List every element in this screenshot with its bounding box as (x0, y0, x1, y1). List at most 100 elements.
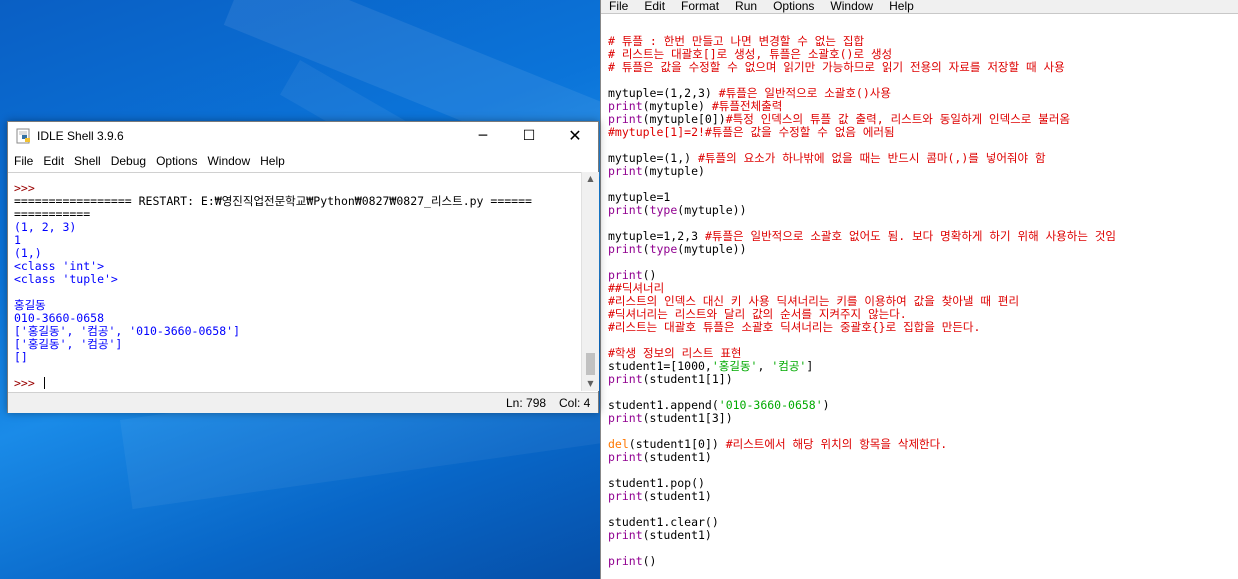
code-token: '컴공' (771, 360, 807, 373)
code-line: print(mytuple) (608, 165, 1236, 178)
shell-menu-file[interactable]: File (14, 154, 33, 168)
shell-menu-debug[interactable]: Debug (111, 154, 146, 168)
code-token: #튜플의 요소가 하나밖에 없을 때는 반드시 콤마(,)를 넣어줘야 함 (698, 152, 1046, 165)
code-line: print() (608, 269, 1236, 282)
editor-menu-options[interactable]: Options (773, 0, 814, 13)
code-line: print(mytuple[0])#특정 인덱스의 튜플 값 출력, 리스트와 … (608, 113, 1236, 126)
editor-code-area[interactable]: # 튜플 : 한번 만들고 나면 변경할 수 없는 집합 # 리스트는 대괄호[]… (608, 35, 1236, 568)
shell-vertical-scrollbar[interactable]: ▲ ▼ (581, 172, 599, 391)
code-line: print() (608, 555, 1236, 568)
code-line: print(student1[1]) (608, 373, 1236, 386)
code-token: #딕셔너리는 리스트와 달리 값의 순서를 지켜주지 않는다. (608, 308, 907, 321)
editor-menu-edit[interactable]: Edit (644, 0, 665, 13)
code-token: type (649, 243, 678, 256)
text-cursor (43, 377, 45, 389)
shell-output-line: ['홍길동', '컴공'] (14, 338, 123, 351)
code-line: ##딕셔너리 (608, 282, 1236, 295)
shell-output-line: >>> (14, 182, 42, 195)
code-line: print(type(mytuple)) (608, 243, 1236, 256)
code-token: #튜플전체출력 (711, 100, 783, 113)
editor-menu-window[interactable]: Window (830, 0, 873, 13)
code-token: student1.pop() (608, 477, 705, 490)
code-token: ( (642, 243, 650, 256)
maximize-button[interactable]: ☐ (506, 122, 552, 150)
code-line: student1.pop() (608, 477, 1236, 490)
code-token: (mytuple[0]) (642, 113, 726, 126)
code-token: print (608, 113, 643, 126)
python-idle-icon (16, 128, 30, 144)
code-token: #mytuple[1]=2!#튜플은 값을 수정할 수 없음 에러됨 (608, 126, 895, 139)
code-line: # 리스트는 대괄호[]로 생성, 튜플은 소괄호()로 생성 (608, 48, 1236, 61)
editor-menu-help[interactable]: Help (889, 0, 914, 13)
shell-menu-shell[interactable]: Shell (74, 154, 101, 168)
shell-menu-edit[interactable]: Edit (43, 154, 64, 168)
shell-output-line: ================= RESTART: E:₩영진직업전문학교₩P… (14, 195, 532, 208)
editor-menu-run[interactable]: Run (735, 0, 757, 13)
code-token: (mytuple)) (677, 204, 747, 217)
code-token: #튜플은 일반적으로 소괄호()사용 (718, 87, 891, 100)
code-token: (mytuple) (642, 100, 712, 113)
code-line: print(student1[3]) (608, 412, 1236, 425)
shell-input-line[interactable]: >>> (14, 377, 579, 390)
shell-output-line: (1,) (14, 247, 42, 260)
code-token: print (608, 100, 643, 113)
code-token: print (608, 490, 643, 503)
scroll-up-arrow-icon[interactable]: ▲ (582, 172, 599, 186)
code-line: # 튜플은 값을 수정할 수 없으며 읽기만 가능하므로 읽기 전용의 자료를 … (608, 61, 1236, 74)
code-line: #mytuple[1]=2!#튜플은 값을 수정할 수 없음 에러됨 (608, 126, 1236, 139)
code-line: #리스트는 대괄호 튜플은 소괄호 딕셔너리는 중괄호{}로 집합을 만든다. (608, 321, 1236, 334)
code-token: mytuple=1,2,3 (608, 230, 705, 243)
code-token: (student1) (642, 451, 712, 464)
code-line: student1=[1000,'홍길동', '컴공'] (608, 360, 1236, 373)
shell-window-title: IDLE Shell 3.9.6 (37, 129, 124, 143)
shell-output-area[interactable]: >>> ================= RESTART: E:₩영진직업전문… (8, 172, 581, 392)
code-token: (student1[0]) (628, 438, 726, 451)
editor-menu-format[interactable]: Format (681, 0, 719, 13)
code-token: () (642, 269, 657, 282)
shell-output-line: ['홍길동', '컴공', '010-3660-0658'] (14, 325, 240, 338)
editor-menu-file[interactable]: File (609, 0, 628, 13)
code-token: #학생 정보의 리스트 표현 (608, 347, 742, 360)
code-line: mytuple=(1,2,3) #튜플은 일반적으로 소괄호()사용 (608, 87, 1236, 100)
code-line: print(type(mytuple)) (608, 204, 1236, 217)
shell-output-line: [] (14, 351, 28, 364)
shell-title-bar[interactable]: IDLE Shell 3.9.6 ─ ☐ ✕ (8, 122, 598, 150)
code-token: print (608, 165, 643, 178)
shell-prompt: >>> (14, 377, 42, 390)
code-token: print (608, 451, 643, 464)
code-token: print (608, 412, 643, 425)
code-line: mytuple=1 (608, 191, 1236, 204)
shell-menu-options[interactable]: Options (156, 154, 197, 168)
code-line: print(student1) (608, 529, 1236, 542)
shell-output-line: <class 'int'> (14, 260, 105, 273)
code-token: (student1[3]) (642, 412, 733, 425)
shell-output-line (14, 286, 579, 299)
shell-menu-help[interactable]: Help (260, 154, 285, 168)
scroll-down-arrow-icon[interactable]: ▼ (582, 377, 599, 391)
minimize-button[interactable]: ─ (460, 122, 506, 150)
shell-output-line: 홍길동 (14, 299, 46, 312)
shell-output-line: (1, 2, 3) (14, 221, 77, 234)
code-token: (mytuple)) (677, 243, 747, 256)
code-token: type (649, 204, 678, 217)
code-token: # 튜플 : 한번 만들고 나면 변경할 수 없는 집합 (608, 35, 865, 48)
code-token: , (757, 360, 772, 373)
code-token: # 리스트는 대괄호[]로 생성, 튜플은 소괄호()로 생성 (608, 48, 893, 61)
shell-output-line: 010-3660-0658 (14, 312, 105, 325)
shell-menu-window[interactable]: Window (207, 154, 250, 168)
scrollbar-thumb[interactable] (586, 353, 595, 375)
code-token: (student1[1]) (642, 373, 733, 386)
shell-output: >>> ================= RESTART: E:₩영진직업전문… (14, 182, 579, 390)
code-line: mytuple=1,2,3 #튜플은 일반적으로 소괄호 없어도 됨. 보다 명… (608, 230, 1236, 243)
code-line: student1.clear() (608, 516, 1236, 529)
code-token: #리스트에서 해당 위치의 항목을 삭제한다. (725, 438, 948, 451)
close-button[interactable]: ✕ (552, 122, 598, 150)
